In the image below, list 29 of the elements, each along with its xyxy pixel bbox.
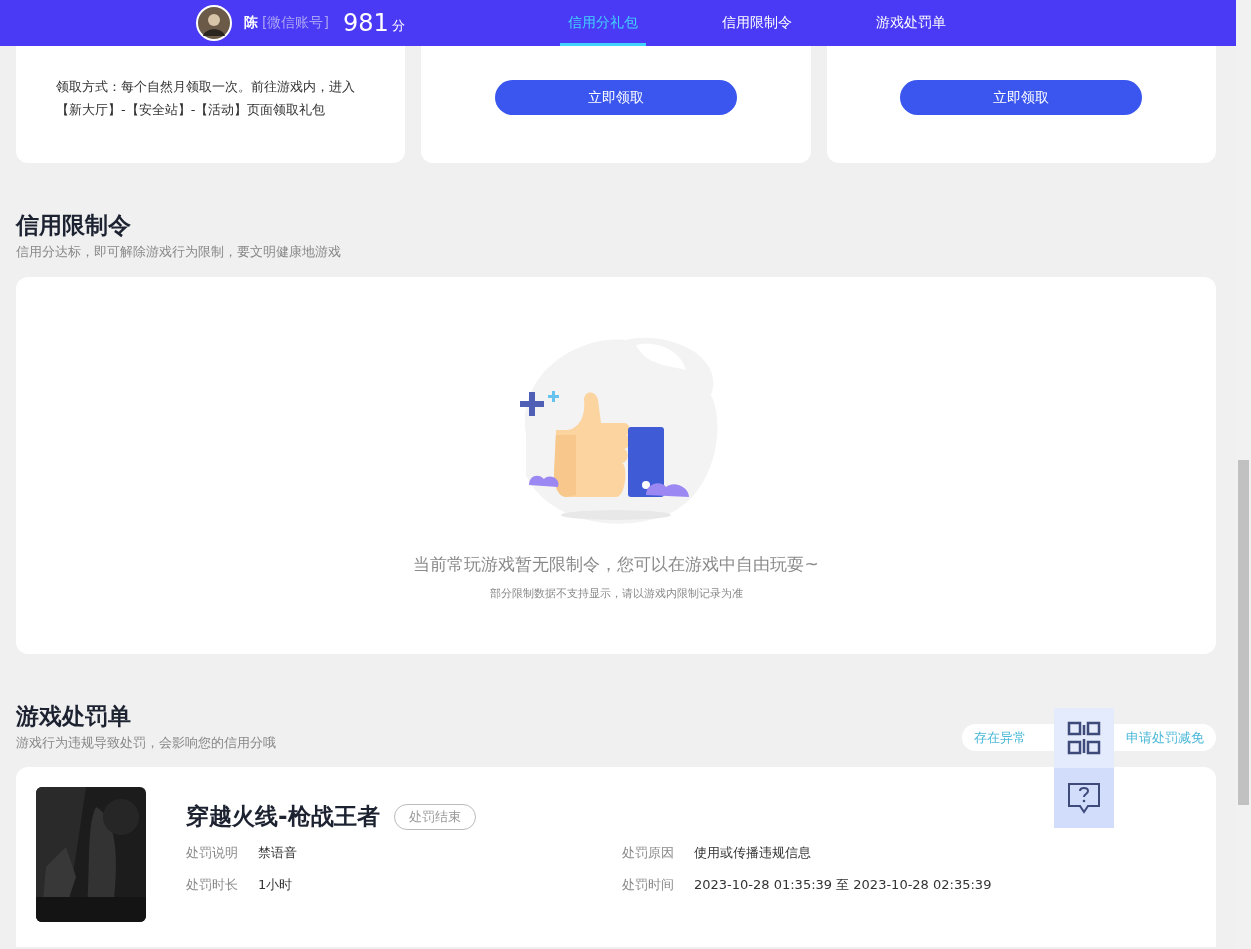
nav-tab[interactable]: 信用限制令 bbox=[714, 0, 800, 46]
game-title: 穿越火线-枪战王者 bbox=[186, 802, 380, 831]
help-button[interactable] bbox=[1054, 768, 1114, 828]
help-icon bbox=[1067, 782, 1101, 814]
section-subtitle: 信用分达标，即可解除游戏行为限制，要文明健康地游戏 bbox=[16, 243, 342, 261]
field-label: 处罚原因 bbox=[622, 844, 675, 862]
qr-code-button[interactable] bbox=[1054, 708, 1114, 768]
account-type: [微信账号] bbox=[262, 14, 329, 32]
field-value: 使用或传播违规信息 bbox=[694, 844, 811, 862]
section-subtitle: 游戏行为违规导致处罚，会影响您的信用分哦 bbox=[16, 734, 276, 752]
empty-note: 部分限制数据不支持显示，请以游戏内限制记录为准 bbox=[489, 586, 743, 601]
qr-code-icon bbox=[1067, 721, 1101, 755]
credit-score: 981 bbox=[342, 9, 389, 37]
field-label: 处罚说明 bbox=[186, 844, 239, 862]
empty-message: 当前常玩游戏暂无限制令，您可以在游戏中自由玩耍~ bbox=[413, 553, 819, 576]
user-name: 陈 bbox=[244, 14, 258, 32]
field-value: 2023-10-28 01:35:39 至 2023-10-28 02:35:39 bbox=[694, 876, 992, 894]
avatar bbox=[196, 5, 232, 41]
field-value: 1小时 bbox=[258, 876, 293, 894]
field-label: 处罚时长 bbox=[186, 876, 239, 894]
section-title: 游戏处罚单 bbox=[16, 702, 132, 731]
claim-button[interactable]: 立即领取 bbox=[495, 80, 737, 115]
score-unit: 分 bbox=[391, 17, 405, 35]
claim-instructions: 领取方式：每个自然月领取一次。前往游戏内，进入【新大厅】-【安全站】-【活动】页面领取礼包 bbox=[55, 78, 356, 119]
section-title: 信用限制令 bbox=[16, 211, 132, 240]
nav-tab[interactable]: 游戏处罚单 bbox=[868, 0, 954, 46]
field-value: 禁语音 bbox=[258, 844, 297, 862]
claim-button[interactable]: 立即领取 bbox=[900, 80, 1143, 115]
field-label: 处罚时间 bbox=[622, 876, 675, 894]
